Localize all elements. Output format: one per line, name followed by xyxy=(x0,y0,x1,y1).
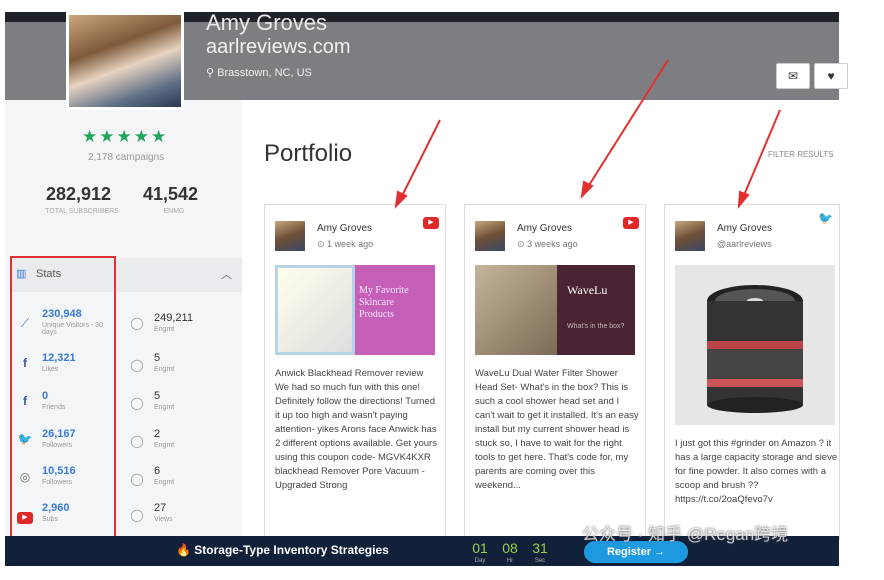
watermark: 公众号 · 知乎 @Regan跨境 xyxy=(582,525,789,544)
annotation-arrows xyxy=(394,59,781,210)
countdown-hours: 08 xyxy=(502,540,518,556)
promo-label: Storage-Type Inventory Strategies xyxy=(194,543,389,557)
countdown-seconds: 31 xyxy=(532,540,548,556)
countdown-days-label: Day xyxy=(474,558,486,564)
fire-icon: 🔥 xyxy=(176,543,191,557)
countdown-seconds-label: Sec xyxy=(534,558,546,564)
countdown-hours-label: Hr xyxy=(506,558,514,564)
promo-text: 🔥 Storage-Type Inventory Strategies xyxy=(176,543,389,557)
countdown-days: 01 xyxy=(472,540,488,556)
